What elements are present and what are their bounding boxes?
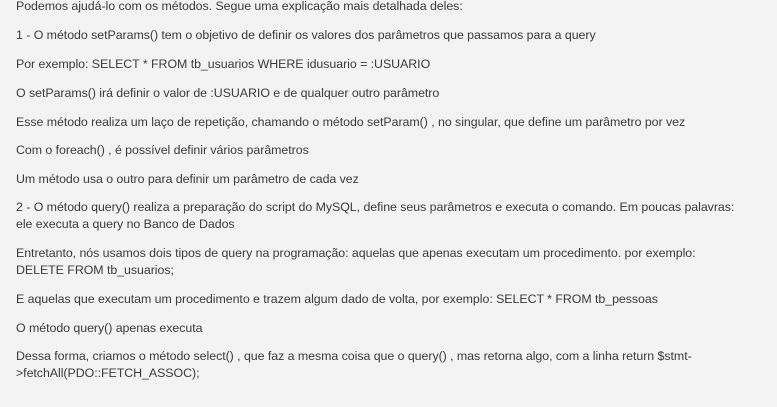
forum-answer-body: Podemos ajudá-lo com os métodos. Segue u… [0, 0, 777, 407]
query-method-paragraph: 2 - O método query() realiza a preparaçã… [16, 200, 735, 231]
setparams-example-paragraph: Por exemplo: SELECT * FROM tb_usuarios W… [16, 57, 431, 71]
method-usage-paragraph: Um método usa o outro para definir um pa… [16, 172, 359, 186]
foreach-paragraph: Com o foreach() , é possível definir vár… [16, 143, 309, 157]
setparams-paragraph: 1 - O método setParams() tem o objetivo … [16, 28, 596, 42]
select-method-paragraph: Dessa forma, criamos o método select() ,… [16, 349, 692, 380]
intro-paragraph: Podemos ajudá-lo com os métodos. Segue u… [16, 0, 463, 13]
setparams-usuario-paragraph: O setParams() irá definir o valor de :US… [16, 86, 440, 100]
query-types-paragraph: Entretanto, nós usamos dois tipos de que… [16, 246, 696, 277]
setparam-loop-paragraph: Esse método realiza um laço de repetição… [16, 115, 686, 129]
select-example-paragraph: E aquelas que executam um procedimento e… [16, 292, 658, 306]
query-executes-paragraph: O método query() apenas executa [16, 321, 203, 335]
